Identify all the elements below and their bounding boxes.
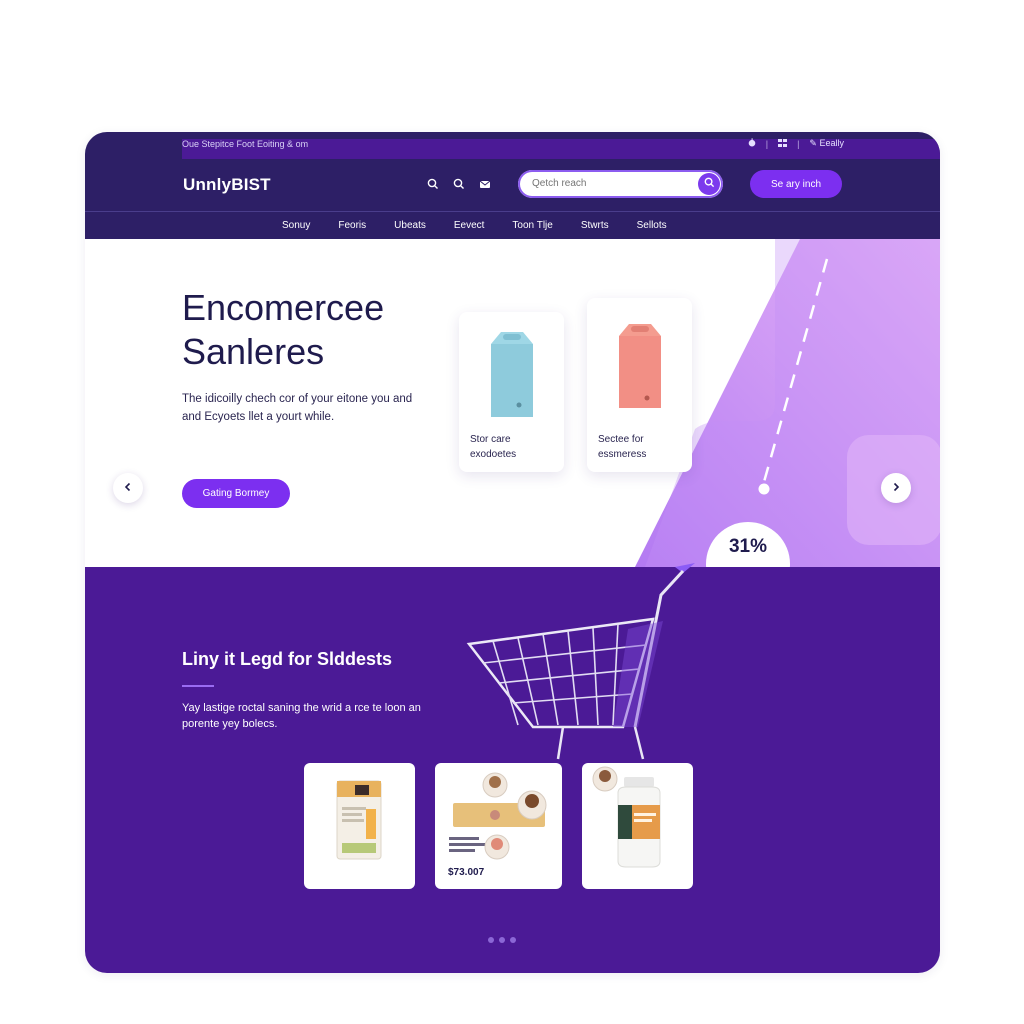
nav-item-eevect[interactable]: Eevect <box>454 220 485 231</box>
promo-section: Liny it Legd for Slddests Yay lastige ro… <box>85 563 940 973</box>
product-card[interactable]: Stor care exodoetes <box>459 312 564 472</box>
supplement-bottle-image <box>592 766 661 868</box>
brand-logo[interactable]: UnnlyBIST <box>183 175 271 195</box>
pagination-dot[interactable] <box>510 937 516 943</box>
header-icons <box>427 177 491 189</box>
product-card-label: Sectee for essmeress <box>598 432 646 462</box>
product-box-image <box>491 332 533 417</box>
account-link-label: Eeally <box>819 138 844 148</box>
search-bar <box>518 170 723 198</box>
hero-title: Encomercee Sanleres <box>182 286 462 374</box>
carousel-prev-button[interactable] <box>113 473 143 503</box>
product-card[interactable]: Sectee for essmeress <box>587 298 692 472</box>
promo-title: Liny it Legd for Slddests <box>182 649 393 669</box>
promo-description: Yay lastige roctal saning the wrid a rce… <box>182 702 421 730</box>
hero-cta-button[interactable]: Gating Bormey <box>182 479 290 508</box>
hero-section: Encomercee Sanleres The idicoilly chech … <box>85 239 940 567</box>
nav-item-sellots[interactable]: Sellots <box>637 220 667 231</box>
discount-percent: 31% <box>728 536 768 557</box>
nav-item-toon-tlje[interactable]: Toon Tlje <box>512 220 552 231</box>
search-icon <box>704 175 715 193</box>
promo-product-card[interactable]: $73.007 <box>435 763 562 889</box>
main-header: UnnlyBIST Se ary inch <box>85 159 940 211</box>
mail-icon[interactable] <box>479 177 491 189</box>
chevron-left-icon <box>123 479 133 497</box>
nav-item-sonuy[interactable]: Sonuy <box>282 220 310 231</box>
product-card-label-line-2: exodoetes <box>470 449 517 460</box>
top-utility-bar: Oue Stepitce Foot Eoiting & om | | ✎ Eea… <box>85 132 940 545</box>
hero-title-line-2: Sanleres <box>182 331 325 372</box>
product-box-image <box>619 324 661 408</box>
product-card-label-line-1: Stor care <box>470 434 511 445</box>
pen-icon: ✎ <box>809 138 817 148</box>
magnifier-icon[interactable] <box>453 177 465 189</box>
top-utility-links: | | ✎ Eeally <box>748 138 844 149</box>
product-card-label-line-2: essmeress <box>598 449 647 460</box>
nav-item-feoris[interactable]: Feoris <box>338 220 366 231</box>
hero-description: The idicoilly chech cor of your eitone y… <box>182 393 413 423</box>
promo-product-card[interactable] <box>582 763 693 889</box>
search-icon[interactable] <box>427 177 439 189</box>
product-package-image <box>336 780 382 860</box>
browser-frame: Oue Stepitce Foot Eoiting & om | | ✎ Eea… <box>85 132 940 973</box>
grid-icon[interactable] <box>778 138 788 149</box>
title-underline <box>182 685 214 687</box>
header-cta-button[interactable]: Se ary inch <box>750 170 842 198</box>
pagination-dot[interactable] <box>499 937 505 943</box>
divider: | <box>765 138 769 149</box>
divider: | <box>797 138 800 149</box>
account-link[interactable]: ✎ Eeally <box>809 138 844 149</box>
product-price: $73.007 <box>448 867 485 878</box>
pagination-dot[interactable] <box>488 937 494 943</box>
carousel-pagination <box>488 937 516 943</box>
apple-icon[interactable] <box>748 138 756 149</box>
product-card-label: Stor care exodoetes <box>470 432 516 462</box>
carousel-next-button[interactable] <box>881 473 911 503</box>
chevron-right-icon <box>891 479 901 497</box>
shopping-cart-icon <box>466 563 695 760</box>
search-input[interactable] <box>530 177 694 190</box>
product-card-label-line-1: Sectee for <box>598 434 644 445</box>
category-nav: Sonuy Feoris Ubeats Eevect Toon Tlje Stw… <box>85 211 940 240</box>
promo-product-card[interactable] <box>304 763 415 889</box>
nav-item-stwrts[interactable]: Stwrts <box>581 220 609 231</box>
search-submit-button[interactable] <box>698 173 720 195</box>
hero-title-line-1: Encomercee <box>182 287 385 328</box>
nav-item-ubeats[interactable]: Ubeats <box>394 220 426 231</box>
